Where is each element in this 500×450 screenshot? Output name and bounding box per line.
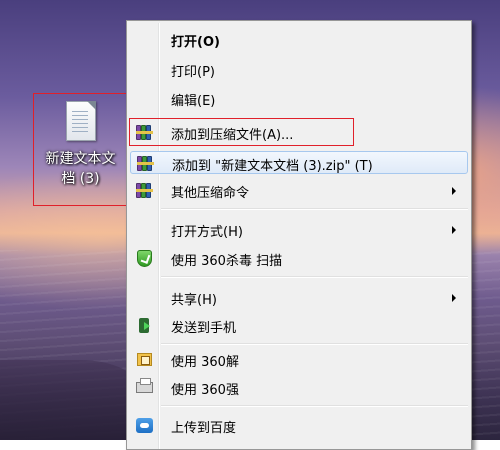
phone-send-icon [136, 317, 153, 334]
winrar-icon [136, 182, 153, 199]
360-shred-icon [136, 378, 153, 396]
wallpaper-shore [0, 360, 140, 440]
360-unzip-icon [136, 351, 153, 368]
text-file-icon [65, 101, 96, 141]
menu-separator [161, 405, 468, 407]
winrar-icon [137, 155, 154, 172]
submenu-arrow-icon [452, 294, 456, 302]
menu-item-print[interactable]: 打印(P) [130, 58, 468, 81]
menu-separator [161, 208, 468, 210]
submenu-arrow-icon [452, 226, 456, 234]
menu-item-360-shred[interactable]: 使用 360强 [130, 376, 468, 399]
menu-item-share[interactable]: 共享(H) [130, 286, 468, 309]
menu-item-send-to-phone[interactable]: 发送到手机 [130, 314, 468, 337]
context-menu: 打开(O) 打印(P) 编辑(E) 添加到压缩文件(A)... 添加到 "新建文… [126, 20, 472, 450]
menu-item-360-unzip[interactable]: 使用 360解 [130, 348, 468, 371]
menu-item-360-scan[interactable]: 使用 360杀毒 扫描 [130, 247, 468, 270]
menu-separator [161, 276, 468, 278]
desktop-file-icon[interactable]: 新建文本文 档 (3) [33, 93, 128, 206]
menu-item-add-to-zip[interactable]: 添加到 "新建文本文档 (3).zip" (T) [130, 151, 468, 174]
menu-item-open[interactable]: 打开(O) [130, 28, 468, 51]
menu-item-upload-baidu[interactable]: 上传到百度 [130, 414, 468, 437]
360-shield-icon [136, 250, 153, 267]
desktop-file-label: 新建文本文 档 (3) [45, 151, 116, 187]
menu-item-edit[interactable]: 编辑(E) [130, 87, 468, 110]
submenu-arrow-icon [452, 187, 456, 195]
menu-item-open-with[interactable]: 打开方式(H) [130, 218, 468, 241]
baidu-cloud-icon [136, 417, 153, 434]
menu-item-other-compress[interactable]: 其他压缩命令 [130, 179, 468, 202]
menu-separator [161, 343, 468, 345]
highlight-box [129, 118, 354, 146]
